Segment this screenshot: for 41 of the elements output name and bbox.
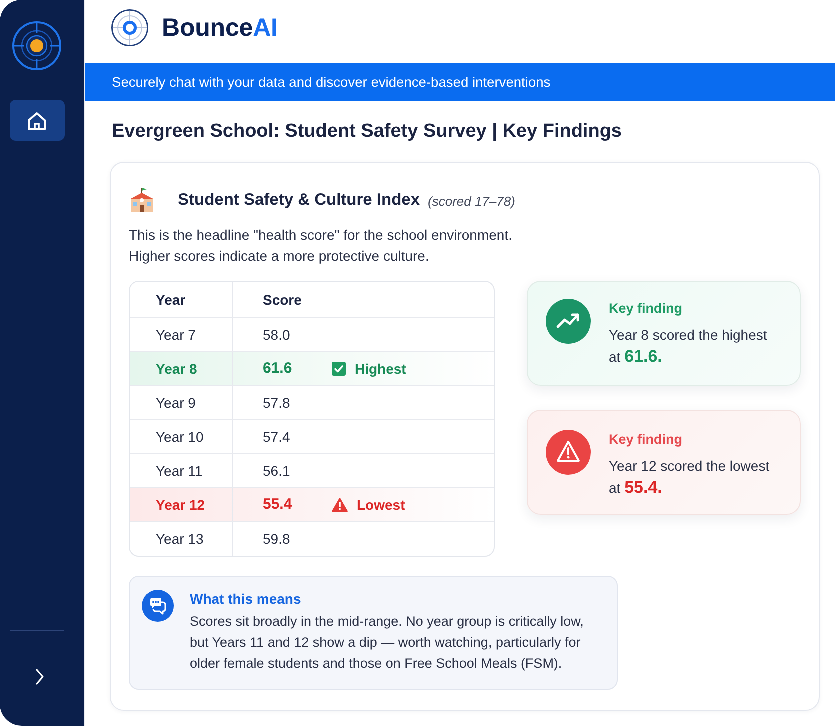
table-cell: Year 13 <box>130 522 233 556</box>
table-cell: Year 10 <box>130 420 233 453</box>
table-cell: 56.1 <box>263 462 290 478</box>
table-cell: 61.6 <box>263 360 292 377</box>
finding-label: Key finding <box>609 431 684 449</box>
chat-bubbles-icon <box>142 590 174 622</box>
finding-text: Year 8 scored the highest at 61.6. <box>609 326 768 368</box>
home-icon <box>26 110 48 132</box>
tagline-banner: Securely chat with your data and discover evidence-based interventions <box>85 63 835 101</box>
column-header: Score <box>263 292 302 308</box>
school-icon <box>129 187 155 213</box>
warning-icon <box>546 430 591 475</box>
note-title: What this means <box>190 590 302 608</box>
chevron-right-icon <box>35 668 45 686</box>
range-note: (scored 17–78) <box>428 194 516 208</box>
brand-name: BounceAI <box>162 13 278 44</box>
table-cell: Year 9 <box>130 386 233 419</box>
trend-up-icon <box>546 299 591 344</box>
home-button[interactable] <box>10 100 64 141</box>
table-cell: Year 11 <box>130 454 233 487</box>
table-cell: 57.4 <box>263 428 290 444</box>
table-cell: Year 7 <box>130 318 233 351</box>
table-cell: 59.8 <box>263 531 290 547</box>
column-header: Year <box>130 282 233 317</box>
table-cell: Year 8 <box>130 352 233 385</box>
check-icon <box>332 362 346 376</box>
crosshair-logo-icon <box>12 21 62 71</box>
table-cell: 57.8 <box>263 394 290 410</box>
warning-icon <box>332 498 348 512</box>
lowest-label: Lowest <box>357 496 406 512</box>
table-cell: 55.4 <box>263 496 292 513</box>
finding-label: Key finding <box>609 300 684 318</box>
table-cell: 58.0 <box>263 326 290 342</box>
page-title: Evergreen School: Student Safety Survey | Key Findings <box>112 121 623 143</box>
note-text: Scores sit broadly in the mid-range. No year group is critically low, but Years 11 and 12 show a dip — worth watching, particularly for older female students and those on Free School Meals (FSM). <box>190 613 585 673</box>
table-cell: Year 12 <box>130 488 233 521</box>
highest-label: Highest <box>355 360 406 376</box>
crosshair-logo-icon <box>111 9 149 47</box>
finding-text: Year 12 scored the lowest at 55.4. <box>609 457 771 499</box>
description-text: This is the headline "health score" for the school environment. Higher scores indicate a more protective culture. <box>129 226 514 266</box>
card-title: Student Safety & Culture Index <box>178 190 420 210</box>
